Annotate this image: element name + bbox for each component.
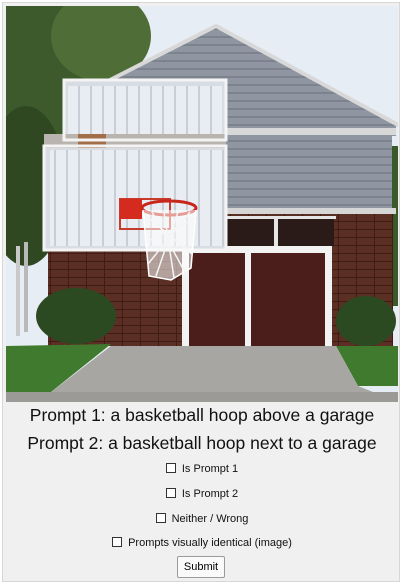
is-prompt-2-label: Is Prompt 2: [181, 488, 239, 500]
is-prompt-2-option[interactable]: Is Prompt 2: [3, 487, 401, 501]
prompts-identical-label: Prompts visually identical (image): [128, 537, 292, 549]
is-prompt-1-label: Is Prompt 1: [181, 463, 239, 475]
neither-wrong-checkbox[interactable]: [155, 513, 166, 523]
is-prompt-1-option[interactable]: Is Prompt 1: [3, 462, 401, 476]
is-prompt-1-checkbox[interactable]: [165, 463, 176, 473]
annotation-panel: Prompt 1: a basketball hoop above a gara…: [2, 2, 400, 582]
prompts-identical-option[interactable]: Prompts visually identical (image): [3, 536, 401, 550]
prompts-identical-checkbox[interactable]: [112, 537, 123, 547]
neither-wrong-option[interactable]: Neither / Wrong: [3, 512, 401, 526]
prompt-2-text: Prompt 2: a basketball hoop next to a ga…: [27, 433, 377, 453]
neither-wrong-label: Neither / Wrong: [171, 513, 249, 525]
prompt-1-text: Prompt 1: a basketball hoop above a gara…: [29, 405, 375, 425]
submit-button[interactable]: Submit: [177, 556, 225, 578]
is-prompt-2-checkbox[interactable]: [165, 488, 176, 498]
garage-hoop-photo: [6, 6, 398, 402]
